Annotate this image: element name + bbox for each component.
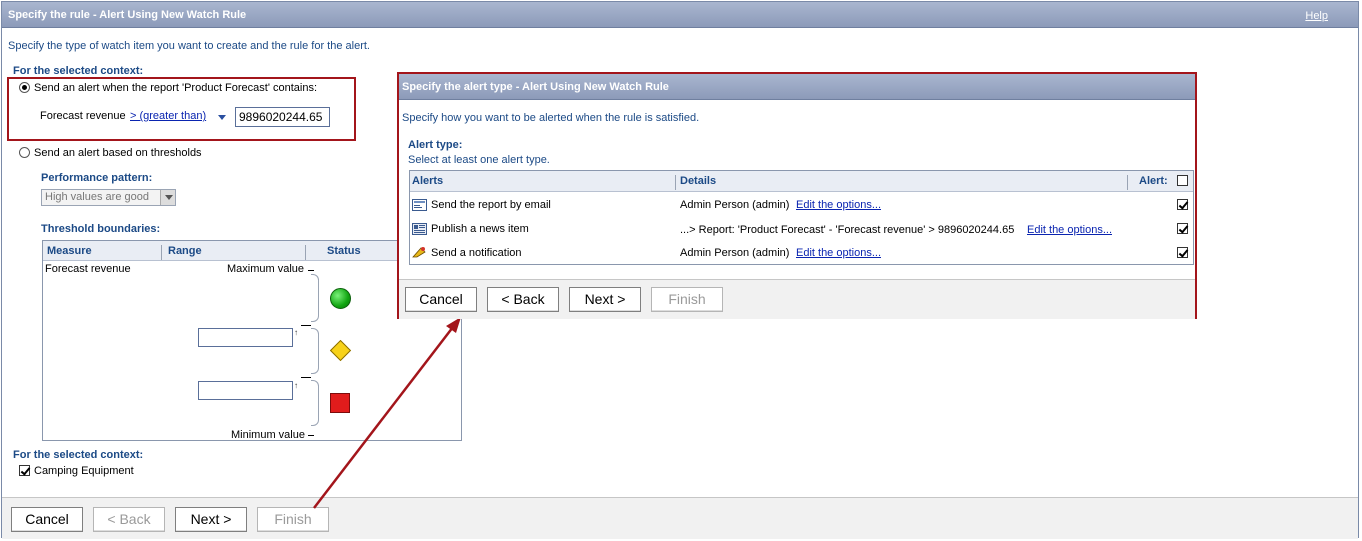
alert-checkbox[interactable] bbox=[1177, 247, 1188, 258]
edit-options-link[interactable]: Edit the options... bbox=[796, 199, 881, 211]
select-all-checkbox[interactable] bbox=[1177, 175, 1188, 186]
alert-details: Admin Person (admin) bbox=[680, 247, 790, 259]
alert-details: ...> Report: 'Product Forecast' - 'Forec… bbox=[680, 224, 1015, 236]
col-alerts: Alerts bbox=[412, 175, 444, 187]
alert-name: Send a notification bbox=[431, 247, 522, 259]
alert-type-dialog: Specify the alert type - Alert Using New… bbox=[397, 72, 1197, 319]
header-separator bbox=[675, 175, 676, 190]
news-icon bbox=[412, 223, 427, 235]
alerts-table-header: Alerts Details Alert: bbox=[410, 171, 1193, 192]
alert-cancel-button[interactable]: Cancel bbox=[405, 287, 477, 312]
alert-checkbox[interactable] bbox=[1177, 199, 1188, 210]
alert-name: Publish a news item bbox=[431, 223, 529, 235]
edit-options-link[interactable]: Edit the options... bbox=[796, 247, 881, 259]
email-icon bbox=[412, 199, 427, 211]
col-details: Details bbox=[680, 175, 717, 187]
alert-back-button[interactable]: < Back bbox=[487, 287, 559, 312]
alert-finish-button[interactable]: Finish bbox=[651, 287, 723, 312]
alert-dialog-title: Specify the alert type - Alert Using New… bbox=[402, 81, 669, 93]
alert-checkbox[interactable] bbox=[1177, 223, 1188, 234]
alert-dialog-footer: Cancel < Back Next > Finish bbox=[399, 279, 1195, 319]
header-separator bbox=[1127, 175, 1128, 190]
edit-options-link[interactable]: Edit the options... bbox=[1027, 224, 1112, 236]
alerts-table: Alerts Details Alert: Send the report by… bbox=[409, 170, 1194, 265]
alert-next-button[interactable]: Next > bbox=[569, 287, 641, 312]
notification-icon bbox=[412, 247, 426, 258]
alert-type-heading: Alert type: bbox=[408, 139, 463, 151]
alert-details: Admin Person (admin) bbox=[680, 199, 790, 211]
alert-dialog-intro: Specify how you want to be alerted when … bbox=[402, 112, 700, 124]
alert-dialog-title-bar: Specify the alert type - Alert Using New… bbox=[399, 74, 1195, 100]
alert-type-subheading: Select at least one alert type. bbox=[408, 154, 550, 166]
alert-name: Send the report by email bbox=[431, 199, 551, 211]
col-alert: Alert: bbox=[1139, 175, 1168, 187]
